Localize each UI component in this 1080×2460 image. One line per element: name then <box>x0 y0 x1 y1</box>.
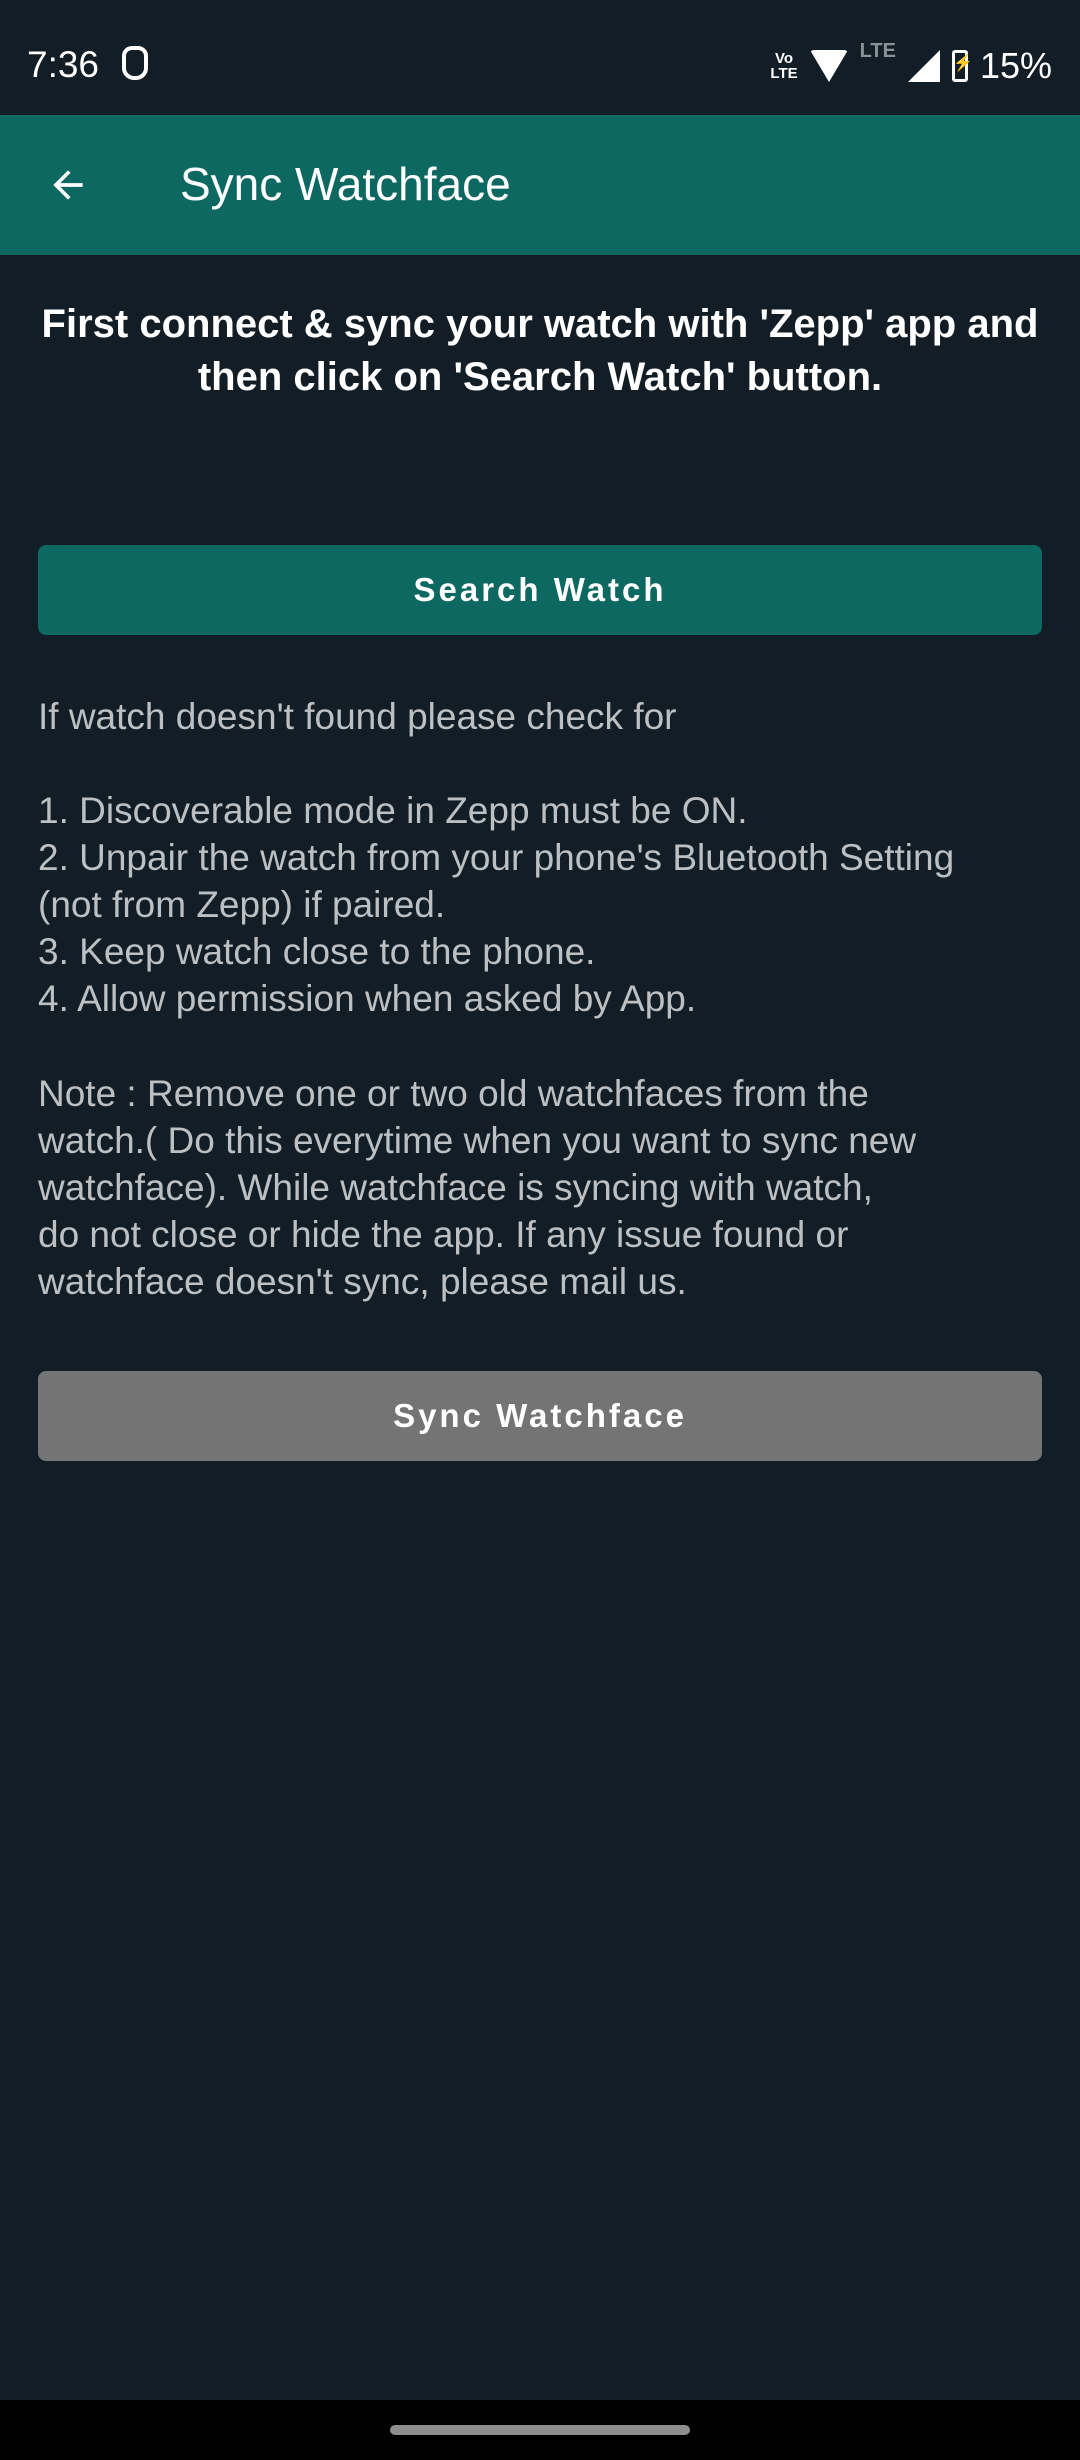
search-watch-button[interactable]: Search Watch <box>38 545 1042 635</box>
status-bar: 7:36 VoLTE LTE 15% <box>0 0 1080 115</box>
wifi-icon <box>809 50 848 82</box>
home-gesture-handle[interactable] <box>390 2425 690 2435</box>
battery-percent: 15% <box>979 45 1052 86</box>
troubleshooting-text: If watch doesn't found please check for … <box>38 696 955 1019</box>
signal-icon <box>907 50 940 82</box>
arrow-left-icon <box>53 170 83 200</box>
lte-icon: LTE <box>859 40 896 62</box>
sync-watchface-button[interactable]: Sync Watchface <box>38 1371 1042 1461</box>
note-text: Note : Remove one or two old watchfaces … <box>38 1073 917 1302</box>
battery-charging-icon <box>951 50 973 82</box>
app-notification-icon <box>122 46 148 80</box>
instruction-headline: First connect & sync your watch with 'Ze… <box>41 302 1039 399</box>
status-icons: VoLTE LTE 15% <box>770 40 1052 88</box>
navigation-bar <box>0 2400 1080 2460</box>
page-title: Sync Watchface <box>180 158 511 210</box>
app-bar: Sync Watchface <box>0 115 1080 255</box>
back-button[interactable] <box>36 153 100 217</box>
volte-icon: Vo LTE <box>770 50 798 82</box>
status-time: 7:36 <box>27 44 100 85</box>
